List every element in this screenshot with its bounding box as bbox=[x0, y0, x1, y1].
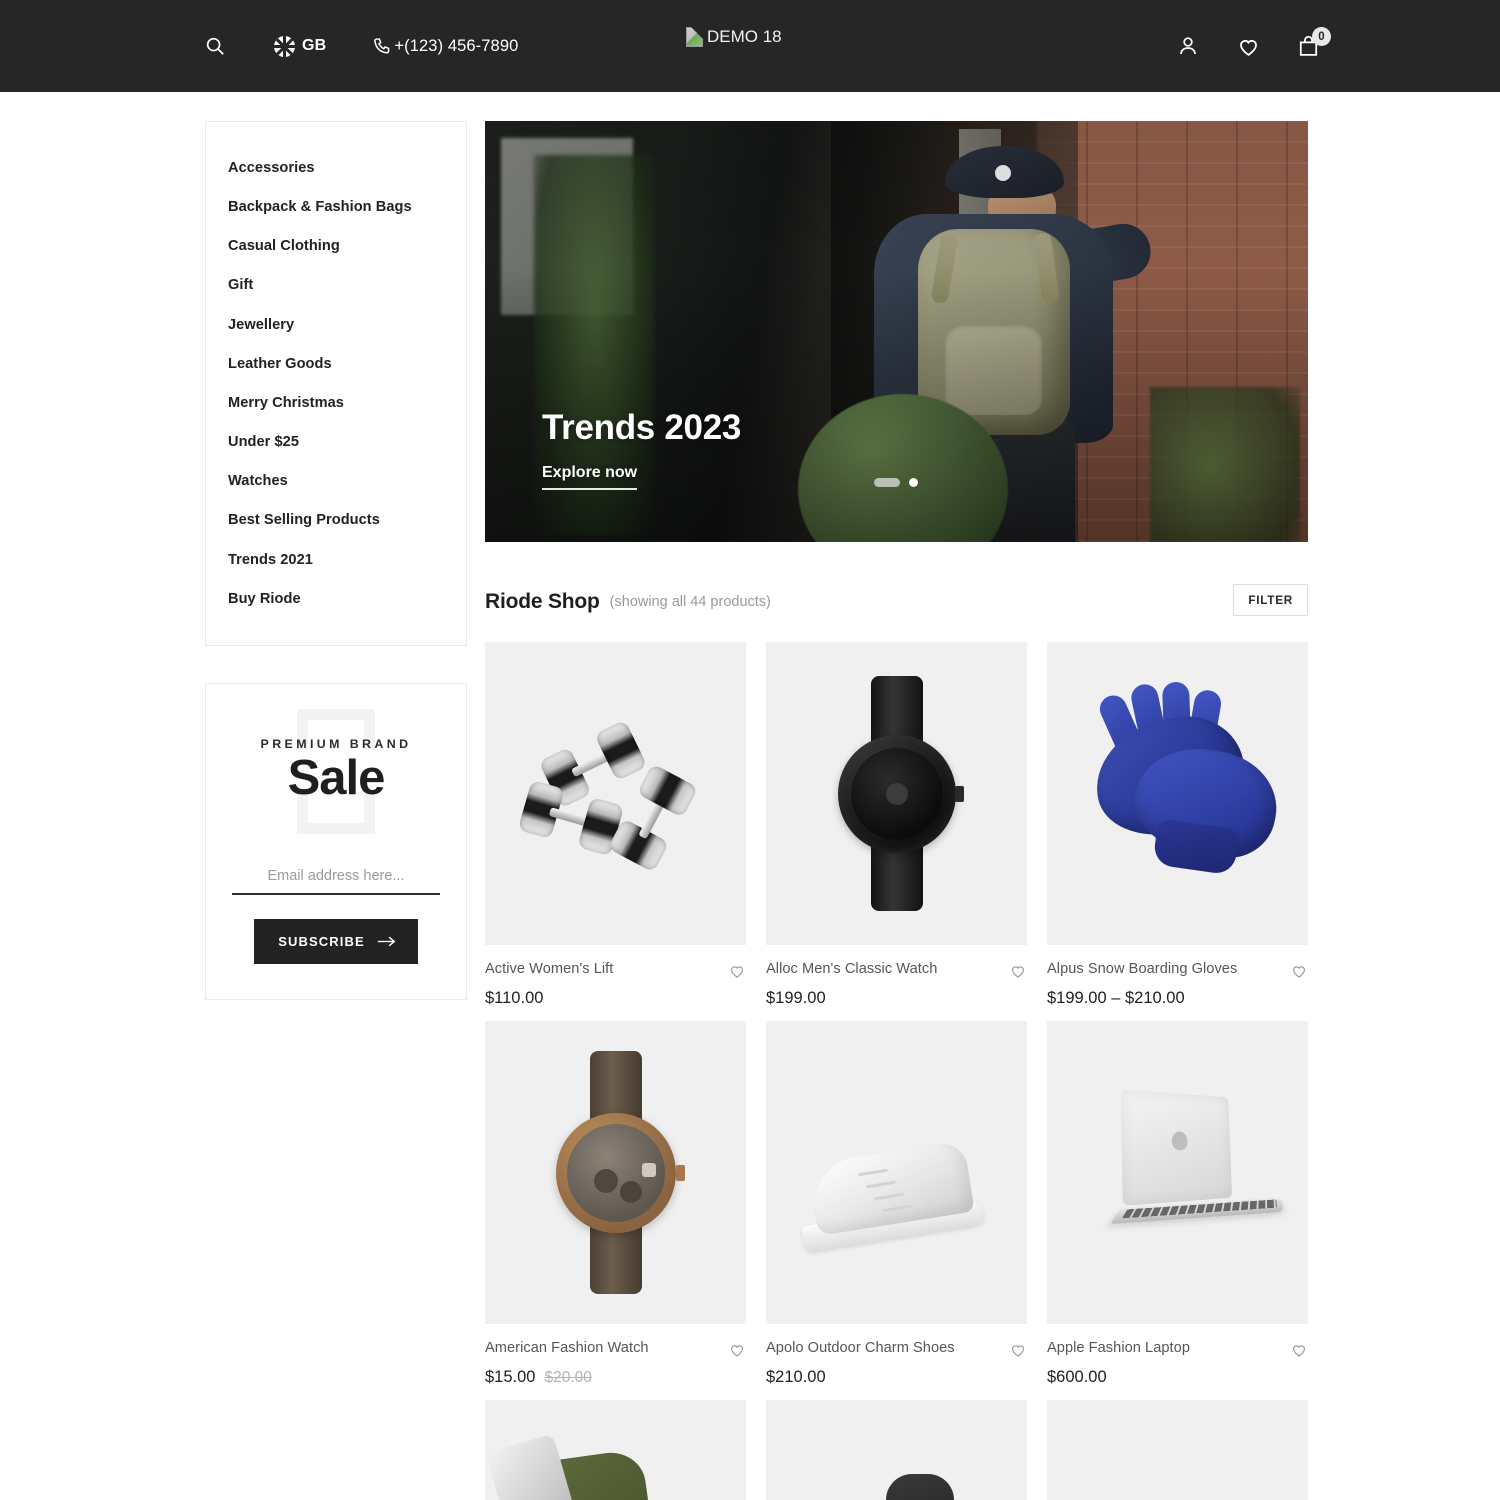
broken-image-icon bbox=[686, 27, 703, 47]
product-card[interactable] bbox=[766, 1400, 1027, 1500]
black-device-image[interactable] bbox=[766, 1400, 1027, 1500]
product-card[interactable]: Alloc Men's Classic Watch $199.00 bbox=[766, 642, 1027, 1008]
wishlist-heart-icon[interactable] bbox=[1290, 962, 1308, 980]
arrow-right-icon bbox=[377, 936, 396, 947]
page-title: Riode Shop bbox=[485, 590, 600, 613]
blue-gloves-image[interactable] bbox=[1047, 642, 1308, 945]
hero-title: Trends 2023 bbox=[542, 407, 742, 447]
header-left-group: GB +(123) 456-7890 bbox=[198, 29, 518, 63]
product-name[interactable]: Active Women's Lift bbox=[485, 961, 613, 977]
white-sneaker-image[interactable] bbox=[766, 1021, 1027, 1324]
hero-caption: Trends 2023 Explore now bbox=[542, 407, 742, 490]
product-card[interactable] bbox=[485, 1400, 746, 1500]
cart-count-badge: 0 bbox=[1312, 27, 1331, 46]
filter-button[interactable]: FILTER bbox=[1233, 584, 1308, 616]
black-watch-image[interactable] bbox=[766, 642, 1027, 945]
gb-flag-icon bbox=[274, 35, 295, 57]
dumbbells-image[interactable] bbox=[485, 642, 746, 945]
sidebar-item-leather-goods[interactable]: Leather Goods bbox=[206, 345, 466, 384]
sidebar-item-trends-2021[interactable]: Trends 2021 bbox=[206, 541, 466, 580]
product-name[interactable]: American Fashion Watch bbox=[485, 1340, 649, 1356]
wishlist-button[interactable] bbox=[1231, 29, 1265, 63]
hero-dot-1[interactable] bbox=[874, 478, 900, 487]
product-count: (showing all 44 products) bbox=[609, 594, 771, 610]
sidebar-item-under-25[interactable]: Under $25 bbox=[206, 423, 466, 462]
header-right-group: 0 bbox=[1171, 27, 1331, 63]
product-name[interactable]: Alloc Men's Classic Watch bbox=[766, 961, 937, 977]
site-header: GB +(123) 456-7890 DEMO 18 0 bbox=[0, 0, 1500, 92]
shop-header: Riode Shop (showing all 44 products) FIL… bbox=[485, 584, 1308, 616]
wishlist-heart-icon[interactable] bbox=[728, 1341, 746, 1359]
language-switcher[interactable]: GB bbox=[274, 35, 327, 57]
green-bag-image[interactable] bbox=[485, 1400, 746, 1500]
product-card[interactable] bbox=[1047, 1400, 1308, 1500]
sidebar-item-watches[interactable]: Watches bbox=[206, 462, 466, 501]
phone-icon bbox=[374, 37, 390, 53]
product-price: $210.00 bbox=[766, 1368, 826, 1386]
sidebar-item-buy-riode[interactable]: Buy Riode bbox=[206, 580, 466, 619]
product-current-price: $15.00 bbox=[485, 1368, 536, 1386]
newsletter-email-input[interactable] bbox=[232, 860, 440, 896]
hero-explore-link[interactable]: Explore now bbox=[542, 464, 638, 490]
sidebar-item-jewellery[interactable]: Jewellery bbox=[206, 306, 466, 345]
product-card[interactable]: Apolo Outdoor Charm Shoes $210.00 bbox=[766, 1021, 1027, 1387]
sidebar-item-backpack-fashion-bags[interactable]: Backpack & Fashion Bags bbox=[206, 188, 466, 227]
product-card[interactable]: Active Women's Lift $110.00 bbox=[485, 642, 746, 1008]
product-price: $199.00 – $210.00 bbox=[1047, 989, 1185, 1007]
product-old-price: $20.00 bbox=[544, 1369, 592, 1386]
user-icon bbox=[1180, 37, 1196, 55]
heart-icon bbox=[1239, 39, 1257, 56]
brown-watch-image[interactable] bbox=[485, 1021, 746, 1324]
sidebar-item-accessories[interactable]: Accessories bbox=[206, 149, 466, 188]
product-name[interactable]: Apolo Outdoor Charm Shoes bbox=[766, 1340, 955, 1356]
wishlist-heart-icon[interactable] bbox=[1290, 1341, 1308, 1359]
subscribe-label: SUBSCRIBE bbox=[278, 934, 365, 950]
wishlist-heart-icon[interactable] bbox=[1009, 962, 1027, 980]
wishlist-heart-icon[interactable] bbox=[1009, 1341, 1027, 1359]
sidebar-item-best-selling-products[interactable]: Best Selling Products bbox=[206, 501, 466, 540]
promo-title: Sale bbox=[287, 750, 386, 805]
sidebar-item-gift[interactable]: Gift bbox=[206, 266, 466, 305]
sidebar: Accessories Backpack & Fashion Bags Casu… bbox=[205, 121, 467, 1001]
subscribe-button[interactable]: SUBSCRIBE bbox=[254, 919, 418, 965]
cart-button[interactable]: 0 bbox=[1291, 27, 1331, 63]
product-card[interactable]: American Fashion Watch $15.00 $20.00 bbox=[485, 1021, 746, 1387]
site-logo[interactable]: DEMO 18 bbox=[686, 27, 782, 47]
product-grid: Active Women's Lift $110.00 Alloc Men's … bbox=[485, 642, 1308, 1500]
product-card[interactable]: Apple Fashion Laptop $600.00 bbox=[1047, 1021, 1308, 1387]
product-card[interactable]: Alpus Snow Boarding Gloves $199.00 – $21… bbox=[1047, 642, 1308, 1008]
newsletter-widget: PREMIUM BRAND Sale SUBSCRIBE bbox=[205, 682, 467, 1001]
wishlist-heart-icon[interactable] bbox=[728, 962, 746, 980]
laptop-image[interactable] bbox=[1047, 1021, 1308, 1324]
product-name[interactable]: Alpus Snow Boarding Gloves bbox=[1047, 961, 1237, 977]
product-name[interactable]: Apple Fashion Laptop bbox=[1047, 1340, 1190, 1356]
product-price: $110.00 bbox=[485, 989, 544, 1007]
phone-link[interactable]: +(123) 456-7890 bbox=[371, 36, 518, 57]
product-price: $15.00 $20.00 bbox=[485, 1368, 746, 1387]
promo-banner: PREMIUM BRAND Sale bbox=[232, 708, 440, 835]
product-price: $199.00 bbox=[766, 989, 826, 1007]
page-body: Accessories Backpack & Fashion Bags Casu… bbox=[0, 92, 1500, 1500]
main-content: Trends 2023 Explore now Riode Shop (show… bbox=[485, 121, 1308, 1500]
category-widget: Accessories Backpack & Fashion Bags Casu… bbox=[205, 121, 467, 646]
sidebar-item-merry-christmas[interactable]: Merry Christmas bbox=[206, 384, 466, 423]
search-icon[interactable] bbox=[198, 29, 232, 63]
logo-alt-text: DEMO 18 bbox=[707, 27, 782, 46]
hero-banner[interactable]: Trends 2023 Explore now bbox=[485, 121, 1308, 542]
language-label: GB bbox=[302, 37, 327, 54]
hero-carousel-dots bbox=[874, 478, 918, 487]
product-price: $600.00 bbox=[1047, 1368, 1107, 1386]
hero-dot-2[interactable] bbox=[909, 478, 918, 487]
empty-image[interactable] bbox=[1047, 1400, 1308, 1500]
sidebar-item-casual-clothing[interactable]: Casual Clothing bbox=[206, 227, 466, 266]
promo-kicker: PREMIUM BRAND bbox=[260, 736, 412, 751]
phone-number: +(123) 456-7890 bbox=[394, 36, 519, 55]
account-button[interactable] bbox=[1171, 29, 1205, 63]
